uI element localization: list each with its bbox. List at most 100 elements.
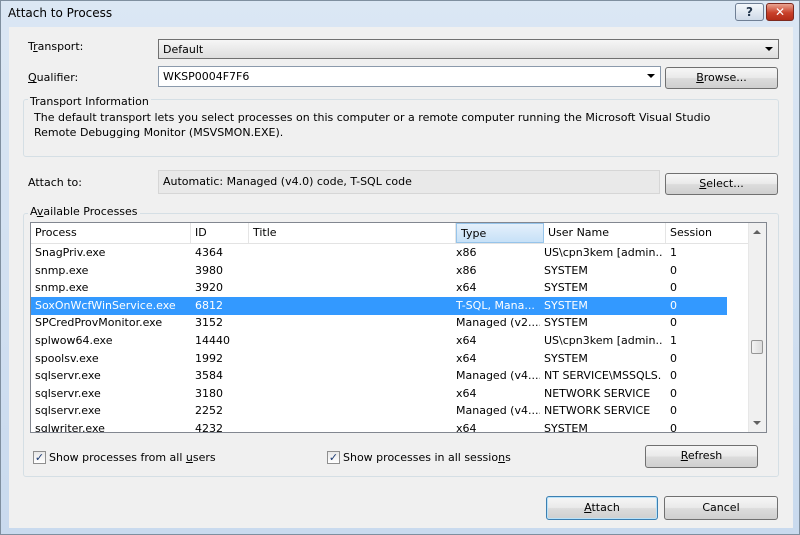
process-cell-process: snmp.exe [35,263,89,277]
process-cell-type: T-SQL, Mana... [456,298,535,312]
chevron-down-icon [765,47,773,51]
process-cell-type: x86 [456,246,477,259]
process-row[interactable]: SnagPriv.exe 4364 x86 US\cpn3kem [admin... 1 [31,244,727,262]
process-cell-id: 3920 [195,281,223,295]
process-cell-type: x64 [456,422,477,433]
process-cell-id: 3152 [195,316,223,330]
process-cell-user-name: SYSTEM [544,281,588,295]
process-row[interactable]: spoolsv.exe 1992 x64 SYSTEM 0 [31,350,727,368]
process-cell-user-name: SYSTEM [544,263,588,277]
attach-button[interactable]: Attach [546,496,658,520]
dialog-body: Transport: Default Qualifier: WKSP0004F7… [9,27,793,528]
process-row[interactable]: sqlservr.exe 3180 x64 NETWORK SERVICE 0 [31,385,727,403]
process-cell-session: 1 [670,246,677,259]
process-cell-user-name: SYSTEM [544,316,588,330]
show-all-users-checkbox[interactable]: ✓ [33,451,46,464]
process-cell-user-name: US\cpn3kem [admin... [544,246,662,259]
process-cell-user-name: SYSTEM [544,298,588,312]
checkmark-icon: ✓ [34,451,45,464]
process-cell-session: 1 [670,334,677,347]
process-cell-process: SoxOnWcfWinService.exe [35,298,176,312]
process-cell-process: snmp.exe [35,281,89,295]
scroll-up-icon[interactable] [753,230,761,234]
transport-label: Transport: [28,40,84,53]
help-icon: ? [746,5,753,19]
title-bar[interactable]: Attach to Process ? ✕ [1,1,799,25]
column-header-type[interactable]: Type [456,223,544,243]
process-cell-process: SnagPriv.exe [35,246,106,259]
process-cell-id: 1992 [195,351,223,365]
process-cell-id: 6812 [195,298,223,312]
browse-button[interactable]: Browse... [665,67,778,89]
process-row[interactable]: snmp.exe 3920 x64 SYSTEM 0 [31,279,727,297]
qualifier-value: WKSP0004F7F6 [163,70,250,83]
transport-dropdown[interactable]: Default [158,39,779,59]
qualifier-label: Qualifier: [28,71,79,84]
process-row[interactable]: splwow64.exe 14440 x64 US\cpn3kem [admin...… [31,332,727,350]
column-header-process[interactable]: Process [31,223,191,243]
process-cell-type: Managed (v4.... [456,369,540,383]
process-row[interactable]: sqlservr.exe 3584 Managed (v4.... NT SERVIC… [31,367,727,385]
checkmark-icon: ✓ [328,451,339,464]
process-cell-session: 0 [670,369,677,383]
select-code-type-button[interactable]: Select... [665,173,778,195]
close-button[interactable]: ✕ [766,3,794,21]
process-list-header: Process ID Title Type User Name Session [31,223,766,244]
process-cell-user-name: SYSTEM [544,351,588,365]
process-cell-process: SPCredProvMonitor.exe [35,316,163,330]
process-cell-id: 3584 [195,369,223,383]
attach-to-value: Automatic: Managed (v4.0) code, T-SQL co… [163,175,412,188]
cancel-button[interactable]: Cancel [664,496,778,520]
process-cell-type: x64 [456,334,477,347]
attach-to-process-dialog: Attach to Process ? ✕ Transport: Default… [0,0,800,535]
close-icon: ✕ [774,5,786,19]
process-cell-session: 0 [670,386,677,400]
process-cell-user-name: SYSTEM [544,422,588,433]
transport-value: Default [163,43,204,56]
show-all-sessions-checkbox[interactable]: ✓ [327,451,340,464]
process-cell-session: 0 [670,263,677,277]
column-header-title[interactable]: Title [249,223,456,243]
chevron-down-icon [647,74,655,78]
process-row[interactable]: SoxOnWcfWinService.exe 6812 T-SQL, Mana...… [31,296,727,315]
process-cell-id: 2252 [195,404,223,418]
scrollbar-thumb[interactable] [751,340,763,354]
available-processes-title: Available Processes [28,205,140,218]
process-cell-session: 0 [670,316,677,330]
vertical-scrollbar[interactable] [748,223,766,432]
help-button[interactable]: ? [735,3,764,21]
column-header-user-name[interactable]: User Name [544,223,666,243]
refresh-button[interactable]: Refresh [645,445,758,468]
process-list[interactable]: Process ID Title Type User Name Session … [30,222,767,433]
process-cell-type: x64 [456,281,477,295]
attach-to-label: Attach to: [28,176,82,189]
column-header-id[interactable]: ID [191,223,249,243]
attach-to-value-box: Automatic: Managed (v4.0) code, T-SQL co… [158,170,660,194]
show-all-users-label[interactable]: Show processes from all users [49,451,216,464]
process-cell-user-name: NETWORK SERVICE [544,404,651,418]
process-cell-user-name: NETWORK SERVICE [544,386,651,400]
process-row[interactable]: sqlservr.exe 2252 Managed (v4.... NETWORK S… [31,402,727,420]
process-cell-session: 0 [670,404,677,418]
process-cell-process: sqlservr.exe [35,386,101,400]
process-cell-process: splwow64.exe [35,334,113,347]
process-cell-process: spoolsv.exe [35,351,99,365]
show-all-sessions-label[interactable]: Show processes in all sessions [343,451,511,464]
process-cell-session: 0 [670,281,677,295]
process-cell-type: Managed (v4.... [456,404,540,418]
process-cell-id: 3180 [195,386,223,400]
process-row[interactable]: snmp.exe 3980 x86 SYSTEM 0 [31,262,727,280]
process-cell-user-name: US\cpn3kem [admin... [544,334,662,347]
process-row[interactable]: sqlwriter.exe 4232 x64 SYSTEM 0 [31,420,727,433]
scroll-down-icon[interactable] [753,421,761,425]
process-cell-type: x64 [456,351,477,365]
column-header-session[interactable]: Session [666,223,750,243]
process-row[interactable]: SPCredProvMonitor.exe 3152 Managed (v2....… [31,314,727,332]
window-title: Attach to Process [8,6,113,20]
process-cell-session: 0 [670,422,677,433]
process-cell-session: 0 [670,351,677,365]
process-cell-type: x64 [456,386,477,400]
qualifier-combobox[interactable]: WKSP0004F7F6 [158,66,661,87]
transport-info-text: The default transport lets you select pr… [34,111,711,139]
process-cell-user-name: NT SERVICE\MSSQLS... [544,369,662,383]
